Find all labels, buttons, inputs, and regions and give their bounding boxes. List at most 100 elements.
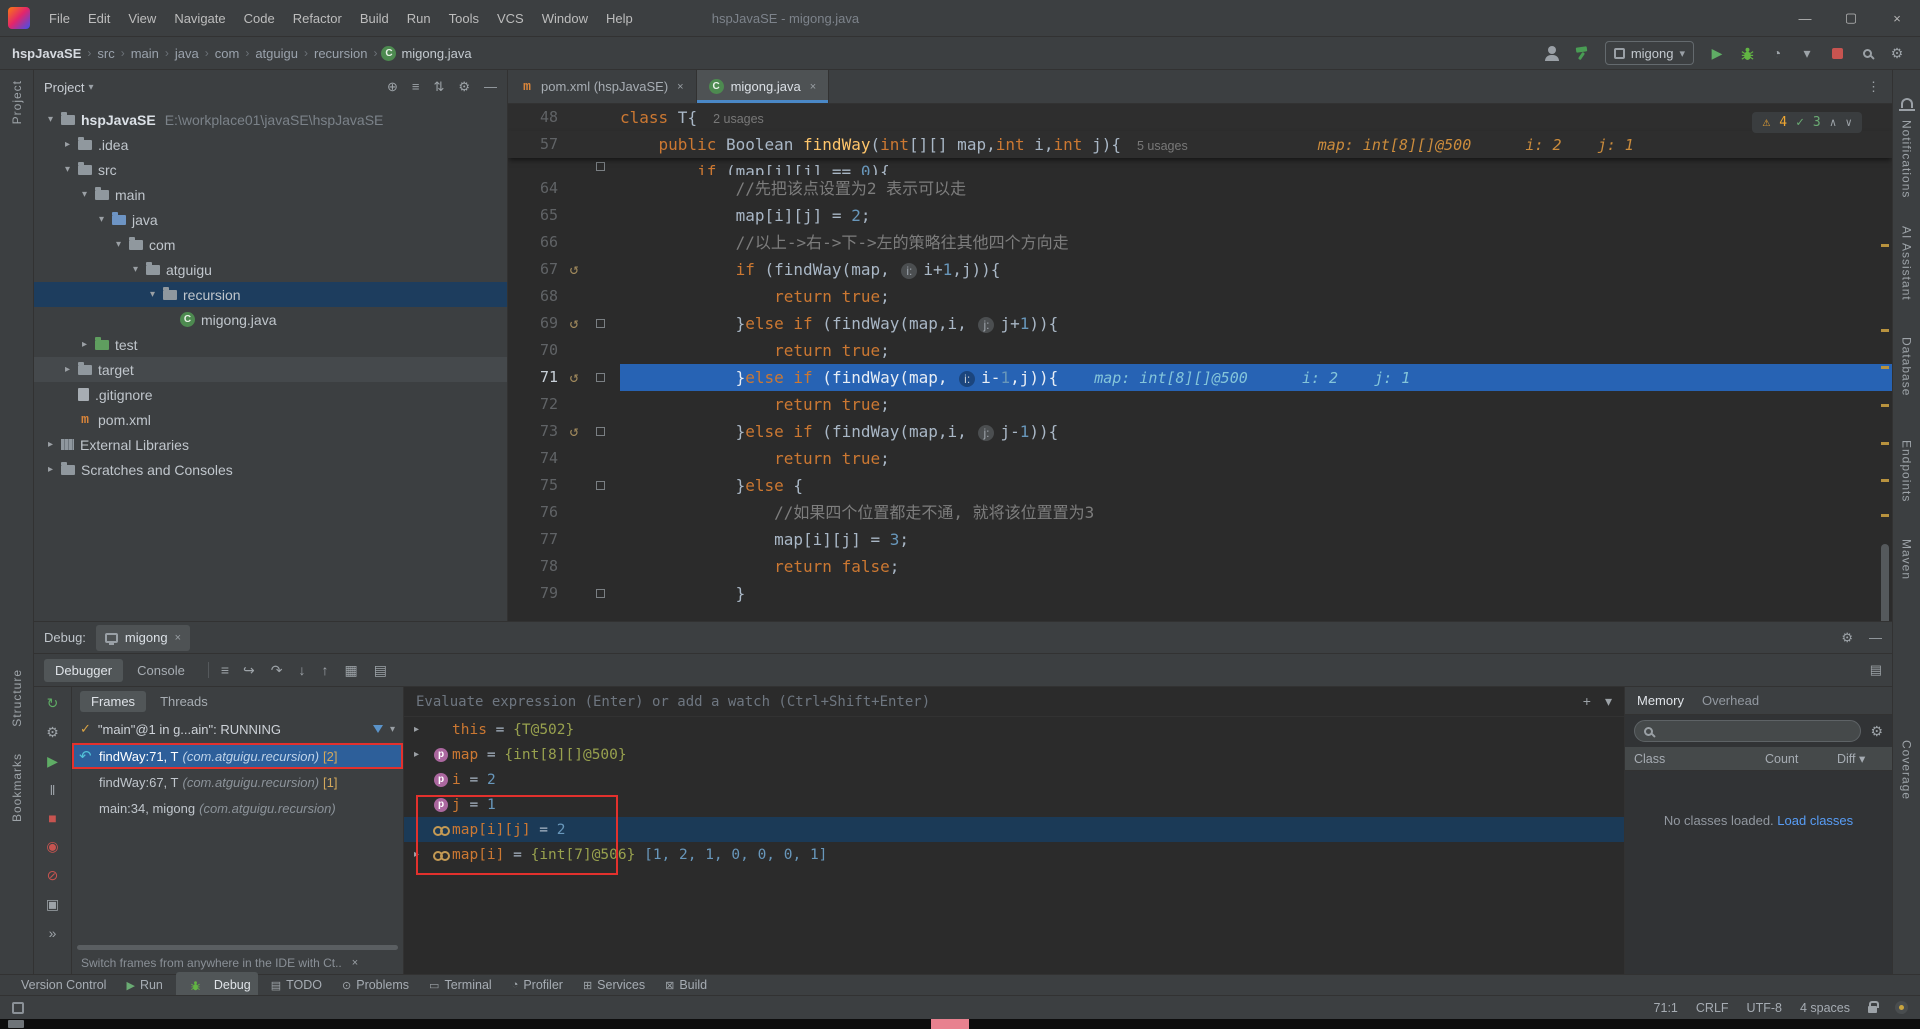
add-watch-icon[interactable]: + (1583, 693, 1591, 710)
tool-stripe-project[interactable]: Project (10, 80, 24, 124)
editor-tab-pom[interactable]: mpom.xml (hspJavaSE)× (508, 70, 697, 103)
settings-icon[interactable]: ⚙ (458, 79, 470, 95)
tree-chevron-icon[interactable]: ▸ (414, 724, 430, 735)
taskbar-app-indicator[interactable] (931, 1019, 969, 1029)
show-execution-point-icon[interactable]: ↪ (243, 662, 255, 679)
stop-button[interactable]: ■ (43, 810, 63, 826)
code-line-63[interactable]: if (map[i][j] == 0){ (508, 158, 1892, 175)
fold-marker-icon[interactable] (590, 319, 610, 328)
menu-run[interactable]: Run (398, 11, 440, 26)
tool-stripe-endpoints[interactable]: Endpoints (1900, 440, 1914, 502)
breadcrumb-item[interactable]: main (129, 46, 161, 61)
step-over-icon[interactable]: ↷ (271, 662, 283, 679)
code-line-64[interactable]: 64 //先把该点设置为2 表示可以走 (508, 175, 1892, 202)
chevron-down-icon[interactable]: ▾ (390, 724, 395, 735)
parameter-hint-inlay[interactable]: i: (901, 263, 917, 279)
recursive-call-icon[interactable]: ↺ (558, 256, 590, 283)
tree-chevron-icon[interactable]: ▾ (110, 239, 127, 250)
thread-dump-button[interactable]: ▣ (43, 896, 63, 913)
thread-selector[interactable]: ✓ "main"@1 in g...ain": RUNNING ▾ (72, 715, 403, 743)
tool-stripe-database[interactable]: Database (1900, 337, 1914, 396)
breadcrumb-item[interactable]: atguigu (253, 46, 300, 61)
debug-button[interactable] (1734, 41, 1760, 65)
tree-chevron-icon[interactable]: ▾ (59, 164, 76, 175)
hide-icon[interactable]: — (1869, 630, 1882, 646)
next-problem-icon[interactable]: ∨ (1845, 116, 1852, 129)
chevron-down-icon[interactable]: ▾ (1605, 693, 1612, 710)
tool-window-button-build[interactable]: ⊠Build (658, 977, 714, 993)
tab-console[interactable]: Console (126, 659, 196, 682)
run-config-selector[interactable]: migong▾ (1605, 41, 1694, 65)
tree-item--gitignore[interactable]: .gitignore (34, 382, 507, 407)
column-header-diff[interactable]: Diff ▾ (1828, 751, 1892, 766)
resume-button[interactable]: ▶ (43, 753, 63, 770)
variable-i[interactable]: pi = 2 (404, 767, 1624, 792)
tab-options-icon[interactable]: ⋮ (1855, 70, 1892, 103)
tool-window-button-run[interactable]: ▶Run (119, 977, 169, 993)
variable-map[interactable]: ▸pmap = {int[8][]@500} (404, 742, 1624, 767)
select-opened-file-icon[interactable]: ⊕ (387, 79, 398, 95)
step-out-icon[interactable]: ↑ (321, 662, 328, 679)
tree-item-scratches-and-consoles[interactable]: ▸Scratches and Consoles (34, 457, 507, 482)
lock-icon[interactable] (1868, 1006, 1877, 1013)
column-header-class[interactable]: Class (1625, 752, 1756, 766)
hide-panel-icon[interactable]: — (484, 79, 497, 95)
debug-icon[interactable] (183, 973, 209, 997)
tree-chevron-icon[interactable]: ▾ (42, 114, 59, 125)
code-line-72[interactable]: 72 return true; (508, 391, 1892, 418)
code-with-me-icon[interactable] (1539, 41, 1565, 65)
stop-button[interactable] (1824, 41, 1850, 65)
status-indent-style[interactable]: 4 spaces (1800, 1001, 1850, 1015)
menu-code[interactable]: Code (235, 11, 284, 26)
menu-help[interactable]: Help (597, 11, 642, 26)
fold-marker-icon[interactable] (590, 373, 610, 382)
breadcrumb-item[interactable]: src (95, 46, 116, 61)
tree-item-pom-xml[interactable]: mpom.xml (34, 407, 507, 432)
tree-item-migong-java[interactable]: Cmigong.java (34, 307, 507, 332)
layout-menu-icon[interactable]: ≡ (221, 662, 229, 678)
code-line-48[interactable]: 48class T{2 usages (508, 104, 1892, 131)
prev-problem-icon[interactable]: ∧ (1830, 116, 1837, 129)
code-line-68[interactable]: 68 return true; (508, 283, 1892, 310)
column-header-count[interactable]: Count (1756, 752, 1828, 766)
status-line-separator[interactable]: CRLF (1696, 1001, 1729, 1015)
code-line-75[interactable]: 75 }else { (508, 472, 1892, 499)
code-line-77[interactable]: 77 map[i][j] = 3; (508, 526, 1892, 553)
tree-item-hspjavase[interactable]: ▾hspJavaSEE:\workplace01\javaSE\hspJavaS… (34, 107, 507, 132)
evaluate-expression-field[interactable]: Evaluate expression (Enter) or add a wat… (404, 687, 1624, 717)
tree-item-recursion[interactable]: ▾recursion (34, 282, 507, 307)
tree-chevron-icon[interactable]: ▾ (144, 289, 161, 300)
tree-chevron-icon[interactable]: ▸ (414, 749, 430, 760)
code-line-74[interactable]: 74 return true; (508, 445, 1892, 472)
view-as-table-icon[interactable]: ▦ (344, 662, 357, 679)
tab-close-icon[interactable]: × (810, 81, 816, 93)
inspections-widget[interactable]: ⚠ 4 ✓ 3 ∧ ∨ (1752, 112, 1862, 133)
project-panel-title[interactable]: Project (44, 80, 84, 95)
code-line-79[interactable]: 79 } (508, 580, 1892, 607)
pause-button[interactable]: ‖ (43, 782, 63, 798)
tool-window-button-problems[interactable]: ⊙Problems (335, 977, 416, 993)
editor-scrollbar[interactable] (1878, 104, 1892, 621)
menu-file[interactable]: File (40, 11, 79, 26)
status-file-encoding[interactable]: UTF-8 (1747, 1001, 1782, 1015)
frame-item-1[interactable]: findWay:67, T(com.atguigu.recursion)[1] (72, 769, 403, 795)
horizontal-scrollbar[interactable] (77, 945, 398, 950)
menu-refactor[interactable]: Refactor (284, 11, 351, 26)
memory-settings-icon[interactable]: ⚙ (1870, 723, 1883, 740)
profiler-button[interactable]: ◔ (1764, 41, 1790, 65)
load-classes-link[interactable]: Load classes (1777, 813, 1853, 828)
menu-build[interactable]: Build (351, 11, 398, 26)
close-button[interactable]: × (1874, 0, 1920, 36)
recursive-call-icon[interactable]: ↺ (558, 418, 590, 445)
tool-window-switcher-icon[interactable] (12, 1002, 24, 1014)
breadcrumb-item[interactable]: com (213, 46, 242, 61)
tree-chevron-icon[interactable]: ▸ (42, 439, 59, 450)
tab-debugger[interactable]: Debugger (44, 659, 123, 682)
tool-stripe-ai-assistant[interactable]: AI Assistant (1900, 226, 1914, 301)
tool-stripe-notifications[interactable]: Notifications (1900, 120, 1914, 198)
tool-stripe-maven[interactable]: Maven (1900, 539, 1914, 580)
menu-view[interactable]: View (119, 11, 165, 26)
tree-chevron-icon[interactable]: ▸ (76, 339, 93, 350)
expand-all-icon[interactable]: ≡ (412, 79, 420, 95)
tree-item-atguigu[interactable]: ▾atguigu (34, 257, 507, 282)
